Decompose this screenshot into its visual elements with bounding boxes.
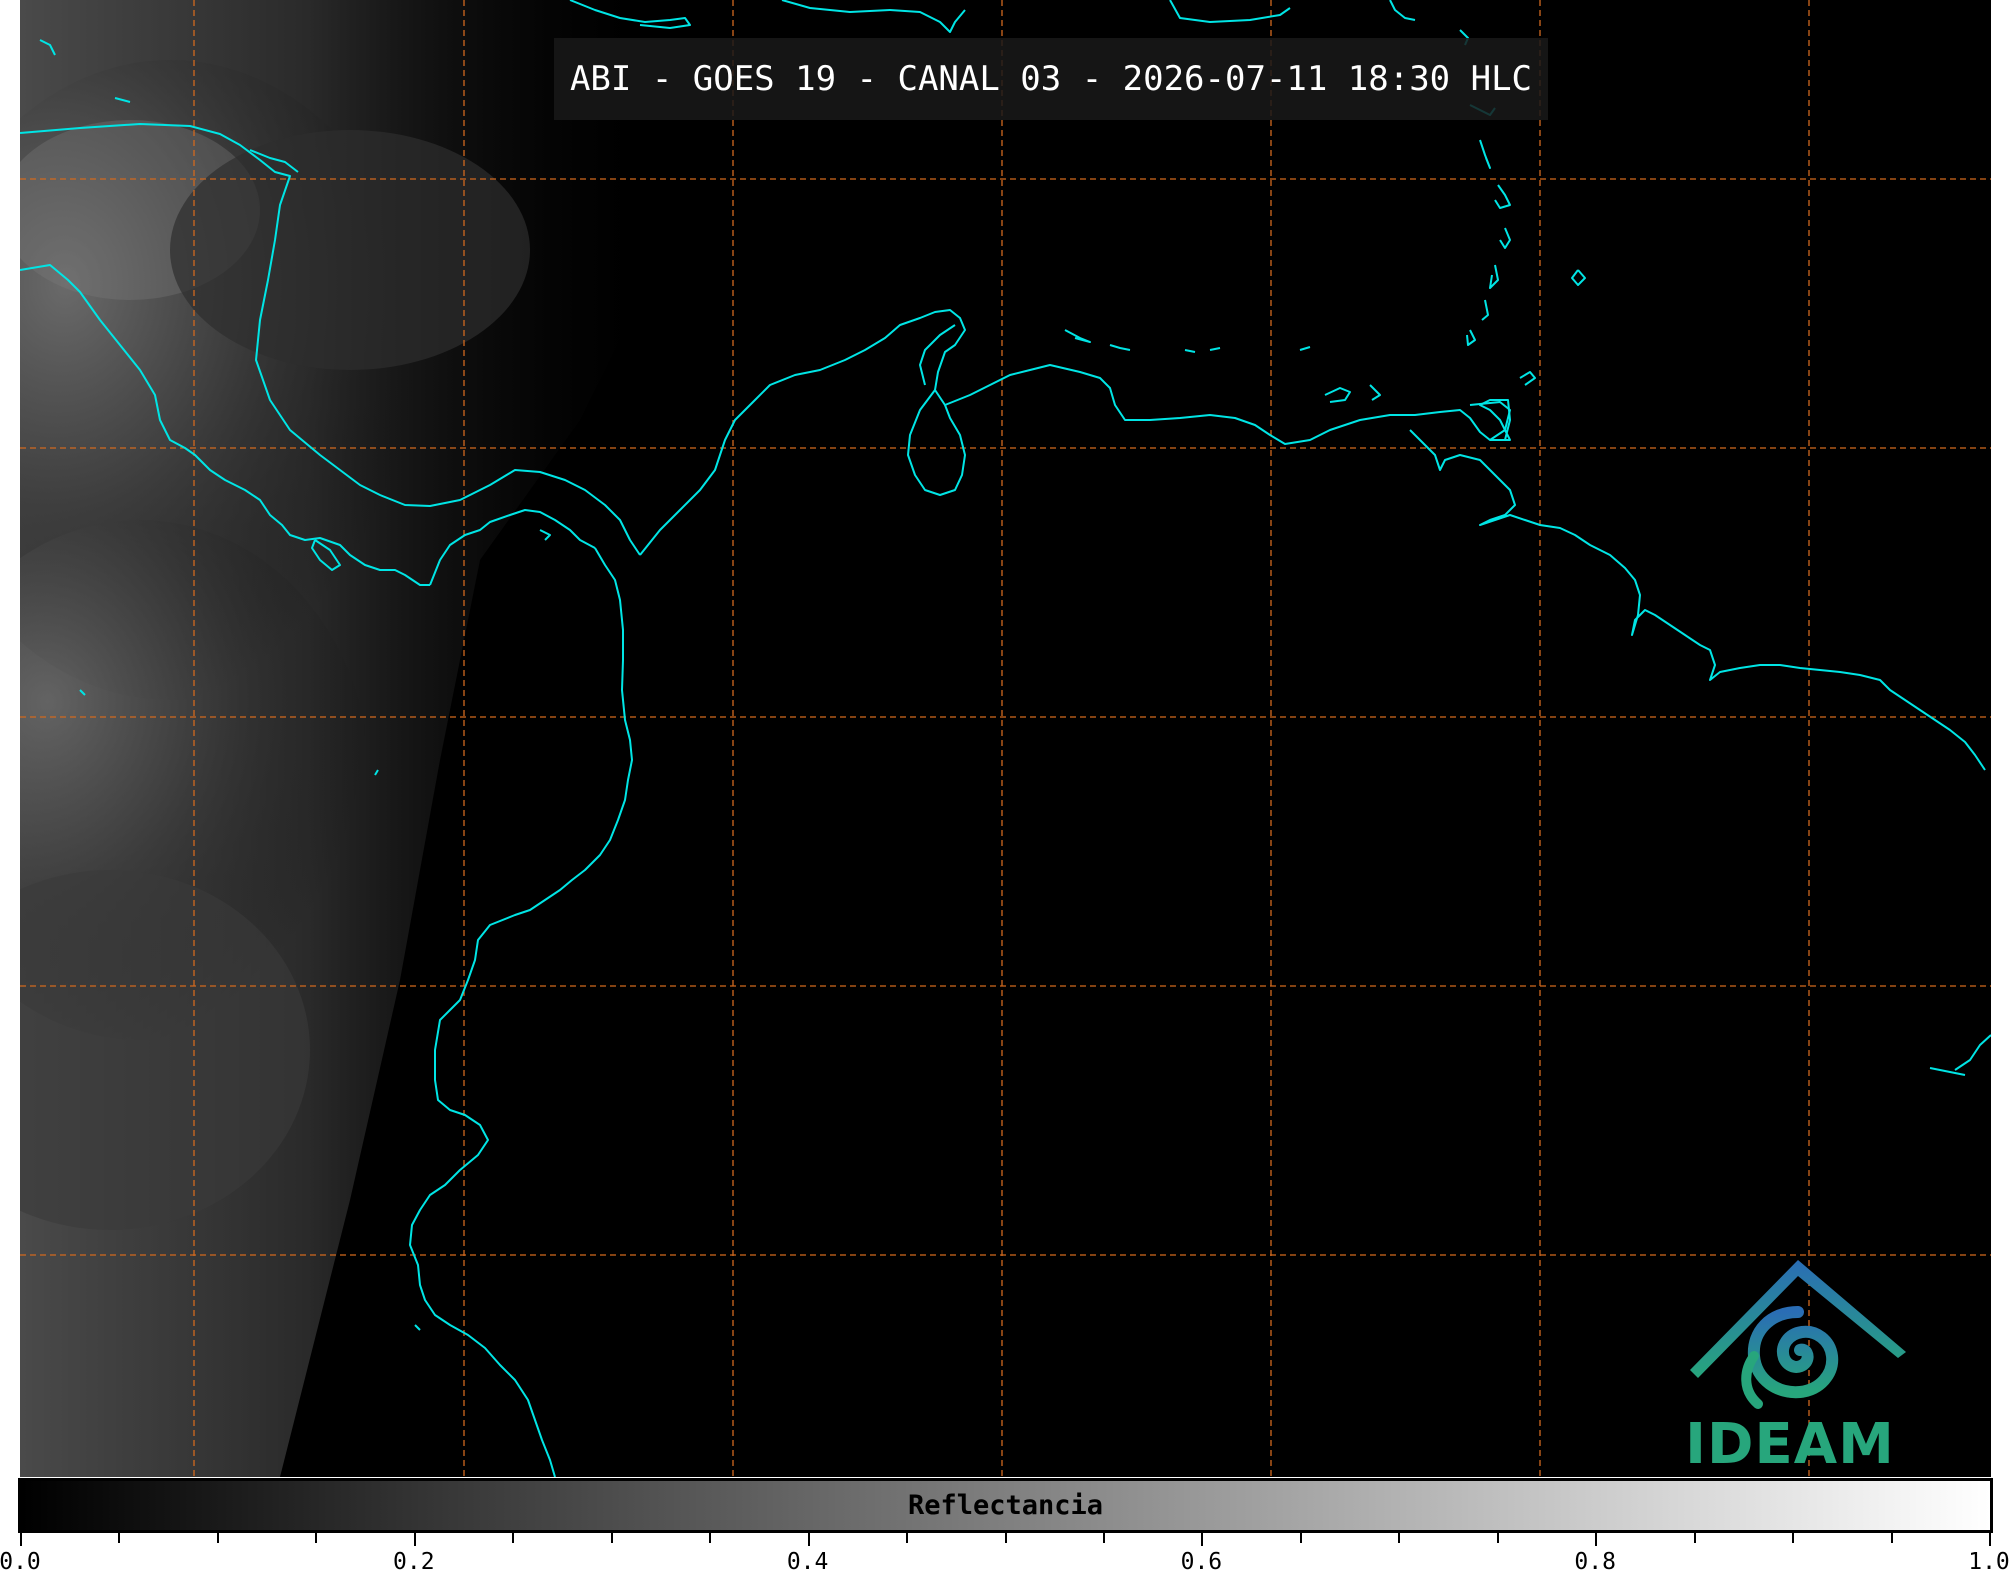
satellite-map[interactable]: ABI - GOES 19 - CANAL 03 - 2026-07-11 18… — [20, 0, 1991, 1477]
logo-text: IDEAM — [1685, 1412, 1895, 1477]
colorbar-minor-tick — [1398, 1533, 1401, 1543]
colorbar-minor-tick — [1792, 1533, 1795, 1543]
colorbar-minor-tick — [906, 1533, 909, 1543]
colorbar-minor-tick — [512, 1533, 515, 1543]
ideam-logo: IDEAM — [1670, 1252, 1910, 1477]
colorbar-label: Reflectancia — [907, 1490, 1104, 1521]
colorbar-minor-tick — [1102, 1533, 1105, 1543]
ideam-mountain-spiral-logo-icon — [1690, 1260, 1906, 1409]
colorbar-major-tick — [807, 1533, 810, 1546]
colorbar-minor-tick — [315, 1533, 318, 1543]
title-banner: ABI - GOES 19 - CANAL 03 - 2026-07-11 18… — [554, 38, 1548, 120]
colorbar-minor-tick — [1496, 1533, 1499, 1543]
colorbar-major-tick — [1595, 1533, 1598, 1546]
colorbar-minor-tick — [216, 1533, 219, 1543]
colorbar-minor-tick — [1890, 1533, 1893, 1543]
colorbar: Reflectancia — [18, 1478, 1993, 1533]
colorbar-minor-tick — [118, 1533, 121, 1543]
colorbar-major-tick — [413, 1533, 416, 1546]
colorbar-major-tick — [1201, 1533, 1204, 1546]
colorbar-major-tick — [1989, 1533, 1991, 1546]
colorbar-tick-label: 0.2 — [393, 1549, 435, 1575]
colorbar-minor-tick — [1004, 1533, 1007, 1543]
image-title: ABI - GOES 19 - CANAL 03 - 2026-07-11 18… — [569, 59, 1533, 99]
colorbar-tick-label: 0.0 — [0, 1549, 41, 1575]
colorbar-minor-tick — [1693, 1533, 1696, 1543]
colorbar-tick-label: 0.6 — [1180, 1549, 1223, 1575]
colorbar-tick-label: 0.8 — [1574, 1549, 1616, 1575]
colorbar-minor-tick — [709, 1533, 712, 1543]
colorbar-ticks: 0.0 0.2 0.4 0.6 0.8 1.0 — [0, 1533, 2010, 1577]
colorbar-minor-tick — [1299, 1533, 1302, 1543]
colorbar-tick-label: 1.0 — [1968, 1549, 2010, 1575]
colorbar-tick-label: 0.4 — [786, 1549, 829, 1575]
colorbar-major-tick — [20, 1533, 22, 1546]
colorbar-minor-tick — [610, 1533, 613, 1543]
